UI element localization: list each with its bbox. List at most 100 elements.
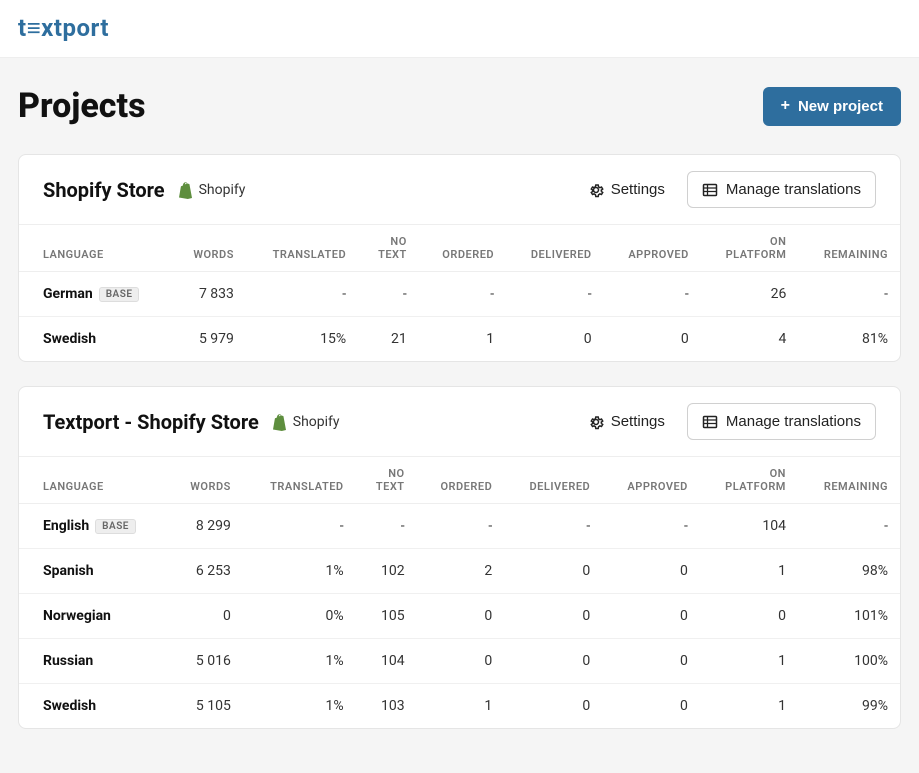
col-remaining: REMAINING	[798, 457, 900, 504]
col-ordered: ORDERED	[419, 225, 506, 272]
cell-no_text: -	[356, 504, 417, 549]
cell-delivered: 0	[504, 549, 602, 594]
table-row[interactable]: GermanBASE7 833-----26-	[19, 272, 900, 317]
cell-approved: 0	[602, 549, 700, 594]
cell-approved: 0	[602, 684, 700, 729]
col-on_platform: ONPLATFORM	[700, 457, 798, 504]
table-row[interactable]: Russian5 0161%1040001100%	[19, 639, 900, 684]
table-row[interactable]: EnglishBASE8 299-----104-	[19, 504, 900, 549]
col-no_text: NOTEXT	[358, 225, 419, 272]
platform-label: Shopify	[199, 182, 246, 198]
cell-no_text: 103	[356, 684, 417, 729]
cell-language: German BASE	[19, 272, 172, 317]
cell-no_text: -	[358, 272, 419, 317]
settings-label: Settings	[611, 181, 665, 198]
cell-delivered: 0	[504, 594, 602, 639]
base-badge: BASE	[99, 287, 140, 302]
cell-on_platform: 0	[700, 594, 798, 639]
platform-tag: Shopify	[177, 181, 246, 199]
settings-button[interactable]: Settings	[578, 173, 675, 206]
col-ordered: ORDERED	[417, 457, 505, 504]
settings-label: Settings	[611, 413, 665, 430]
cell-translated: -	[246, 272, 358, 317]
cell-words: 5 105	[168, 684, 243, 729]
cell-ordered: 0	[417, 639, 505, 684]
cell-translated: 1%	[243, 549, 356, 594]
cell-on_platform: 104	[700, 504, 798, 549]
col-approved: APPROVED	[604, 225, 701, 272]
platform-tag: Shopify	[271, 413, 340, 431]
brand-logo[interactable]: t≡xtport	[18, 14, 109, 42]
platform-label: Shopify	[293, 414, 340, 430]
col-words: WORDS	[168, 457, 243, 504]
col-translated: TRANSLATED	[246, 225, 358, 272]
cell-ordered: -	[419, 272, 506, 317]
manage-translations-button[interactable]: Manage translations	[687, 403, 876, 440]
table-row[interactable]: Norwegian00%1050000101%	[19, 594, 900, 639]
cell-words: 5 016	[168, 639, 243, 684]
project-header: Textport - Shopify Store Shopify Setting…	[19, 387, 900, 456]
shopify-icon	[271, 413, 287, 431]
cell-ordered: 1	[417, 684, 505, 729]
language-name: Swedish	[43, 331, 96, 347]
language-name: German	[43, 286, 93, 302]
cell-language: Swedish	[19, 684, 168, 729]
shopify-icon	[177, 181, 193, 199]
cell-delivered: 0	[504, 684, 602, 729]
project-title: Textport - Shopify Store	[43, 410, 259, 434]
cell-approved: 0	[602, 639, 700, 684]
cell-words: 5 979	[172, 317, 246, 362]
cell-remaining: 100%	[798, 639, 900, 684]
settings-button[interactable]: Settings	[578, 405, 675, 438]
cell-words: 7 833	[172, 272, 246, 317]
col-language: LANGUAGE	[19, 225, 172, 272]
cell-words: 6 253	[168, 549, 243, 594]
plus-icon: +	[781, 98, 790, 114]
cell-language: EnglishBASE	[19, 504, 168, 549]
manage-label: Manage translations	[726, 413, 861, 430]
new-project-label: New project	[798, 98, 883, 115]
cell-delivered: 0	[506, 317, 604, 362]
col-on_platform: ONPLATFORM	[701, 225, 799, 272]
cell-translated: -	[243, 504, 356, 549]
cell-language: Spanish	[19, 549, 168, 594]
col-words: WORDS	[172, 225, 246, 272]
new-project-button[interactable]: + New project	[763, 87, 901, 126]
col-delivered: DELIVERED	[506, 225, 604, 272]
cell-translated: 1%	[243, 684, 356, 729]
cell-remaining: -	[798, 504, 900, 549]
cell-no_text: 104	[356, 639, 417, 684]
project-title: Shopify Store	[43, 178, 165, 202]
col-approved: APPROVED	[602, 457, 700, 504]
page-header: Projects + New project	[18, 86, 901, 126]
cell-approved: 0	[604, 317, 701, 362]
cell-translated: 1%	[243, 639, 356, 684]
table-row[interactable]: Spanish6 2531%102200198%	[19, 549, 900, 594]
table-row[interactable]: Swedish5 97915%21100481%	[19, 317, 900, 362]
col-no_text: NOTEXT	[356, 457, 417, 504]
cell-approved: -	[602, 504, 700, 549]
cell-translated: 15%	[246, 317, 358, 362]
cell-ordered: 2	[417, 549, 505, 594]
table-row[interactable]: Swedish5 1051%103100199%	[19, 684, 900, 729]
cell-no_text: 102	[356, 549, 417, 594]
list-icon	[702, 414, 718, 430]
col-language: LANGUAGE	[19, 457, 168, 504]
list-icon	[702, 182, 718, 198]
cell-language: Norwegian	[19, 594, 168, 639]
project-header: Shopify Store Shopify Settings Manage tr…	[19, 155, 900, 224]
cell-language: Russian	[19, 639, 168, 684]
cell-approved: 0	[602, 594, 700, 639]
cell-ordered: 0	[417, 594, 505, 639]
cell-language: Swedish	[19, 317, 172, 362]
cell-remaining: -	[798, 272, 900, 317]
cell-no_text: 21	[358, 317, 419, 362]
cell-remaining: 101%	[798, 594, 900, 639]
cell-delivered: -	[506, 272, 604, 317]
cell-remaining: 98%	[798, 549, 900, 594]
topbar: t≡xtport	[0, 0, 919, 58]
cell-ordered: -	[417, 504, 505, 549]
language-name: Russian	[43, 653, 93, 669]
cell-remaining: 81%	[798, 317, 900, 362]
manage-translations-button[interactable]: Manage translations	[687, 171, 876, 208]
